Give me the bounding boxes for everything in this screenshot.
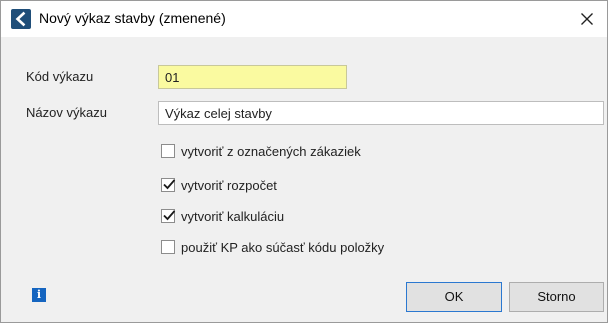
window-title: Nový výkaz stavby (zmenené) — [39, 10, 226, 26]
back-arrow-icon[interactable] — [11, 9, 31, 29]
dialog-window: Nový výkaz stavby (zmenené) Kód výkazu N… — [0, 0, 608, 323]
checkmark-icon — [163, 179, 176, 190]
checkbox-label: vytvoriť rozpočet — [181, 177, 277, 193]
name-field[interactable] — [158, 101, 604, 125]
dialog-content: Kód výkazu Názov výkazu vytvoriť z označ… — [1, 37, 607, 322]
title-bar: Nový výkaz stavby (zmenené) — [1, 1, 607, 37]
close-icon — [581, 13, 593, 25]
info-icon[interactable]: i — [32, 288, 46, 302]
cancel-button[interactable]: Storno — [509, 282, 604, 312]
checkbox-label: použiť KP ako súčasť kódu položky — [181, 239, 385, 255]
checkbox-from-selected-orders[interactable]: vytvoriť z označených zákaziek — [161, 142, 361, 160]
checkmark-icon — [163, 210, 176, 221]
checkbox-box[interactable] — [161, 240, 175, 254]
code-label: Kód výkazu — [26, 69, 94, 84]
checkbox-box[interactable] — [161, 178, 176, 192]
close-button[interactable] — [573, 5, 601, 33]
code-field[interactable] — [158, 65, 347, 89]
checkbox-label: vytvoriť z označených zákaziek — [181, 143, 361, 159]
checkbox-use-kp-in-item-code[interactable]: použiť KP ako súčasť kódu položky — [161, 238, 384, 256]
checkbox-create-calculation[interactable]: vytvoriť kalkuláciu — [161, 207, 284, 225]
checkbox-label: vytvoriť kalkuláciu — [181, 208, 285, 224]
ok-button[interactable]: OK — [406, 282, 502, 312]
name-label: Názov výkazu — [26, 105, 107, 120]
checkbox-box[interactable] — [161, 209, 176, 223]
checkbox-box[interactable] — [161, 144, 175, 158]
checkbox-create-budget[interactable]: vytvoriť rozpočet — [161, 176, 277, 194]
